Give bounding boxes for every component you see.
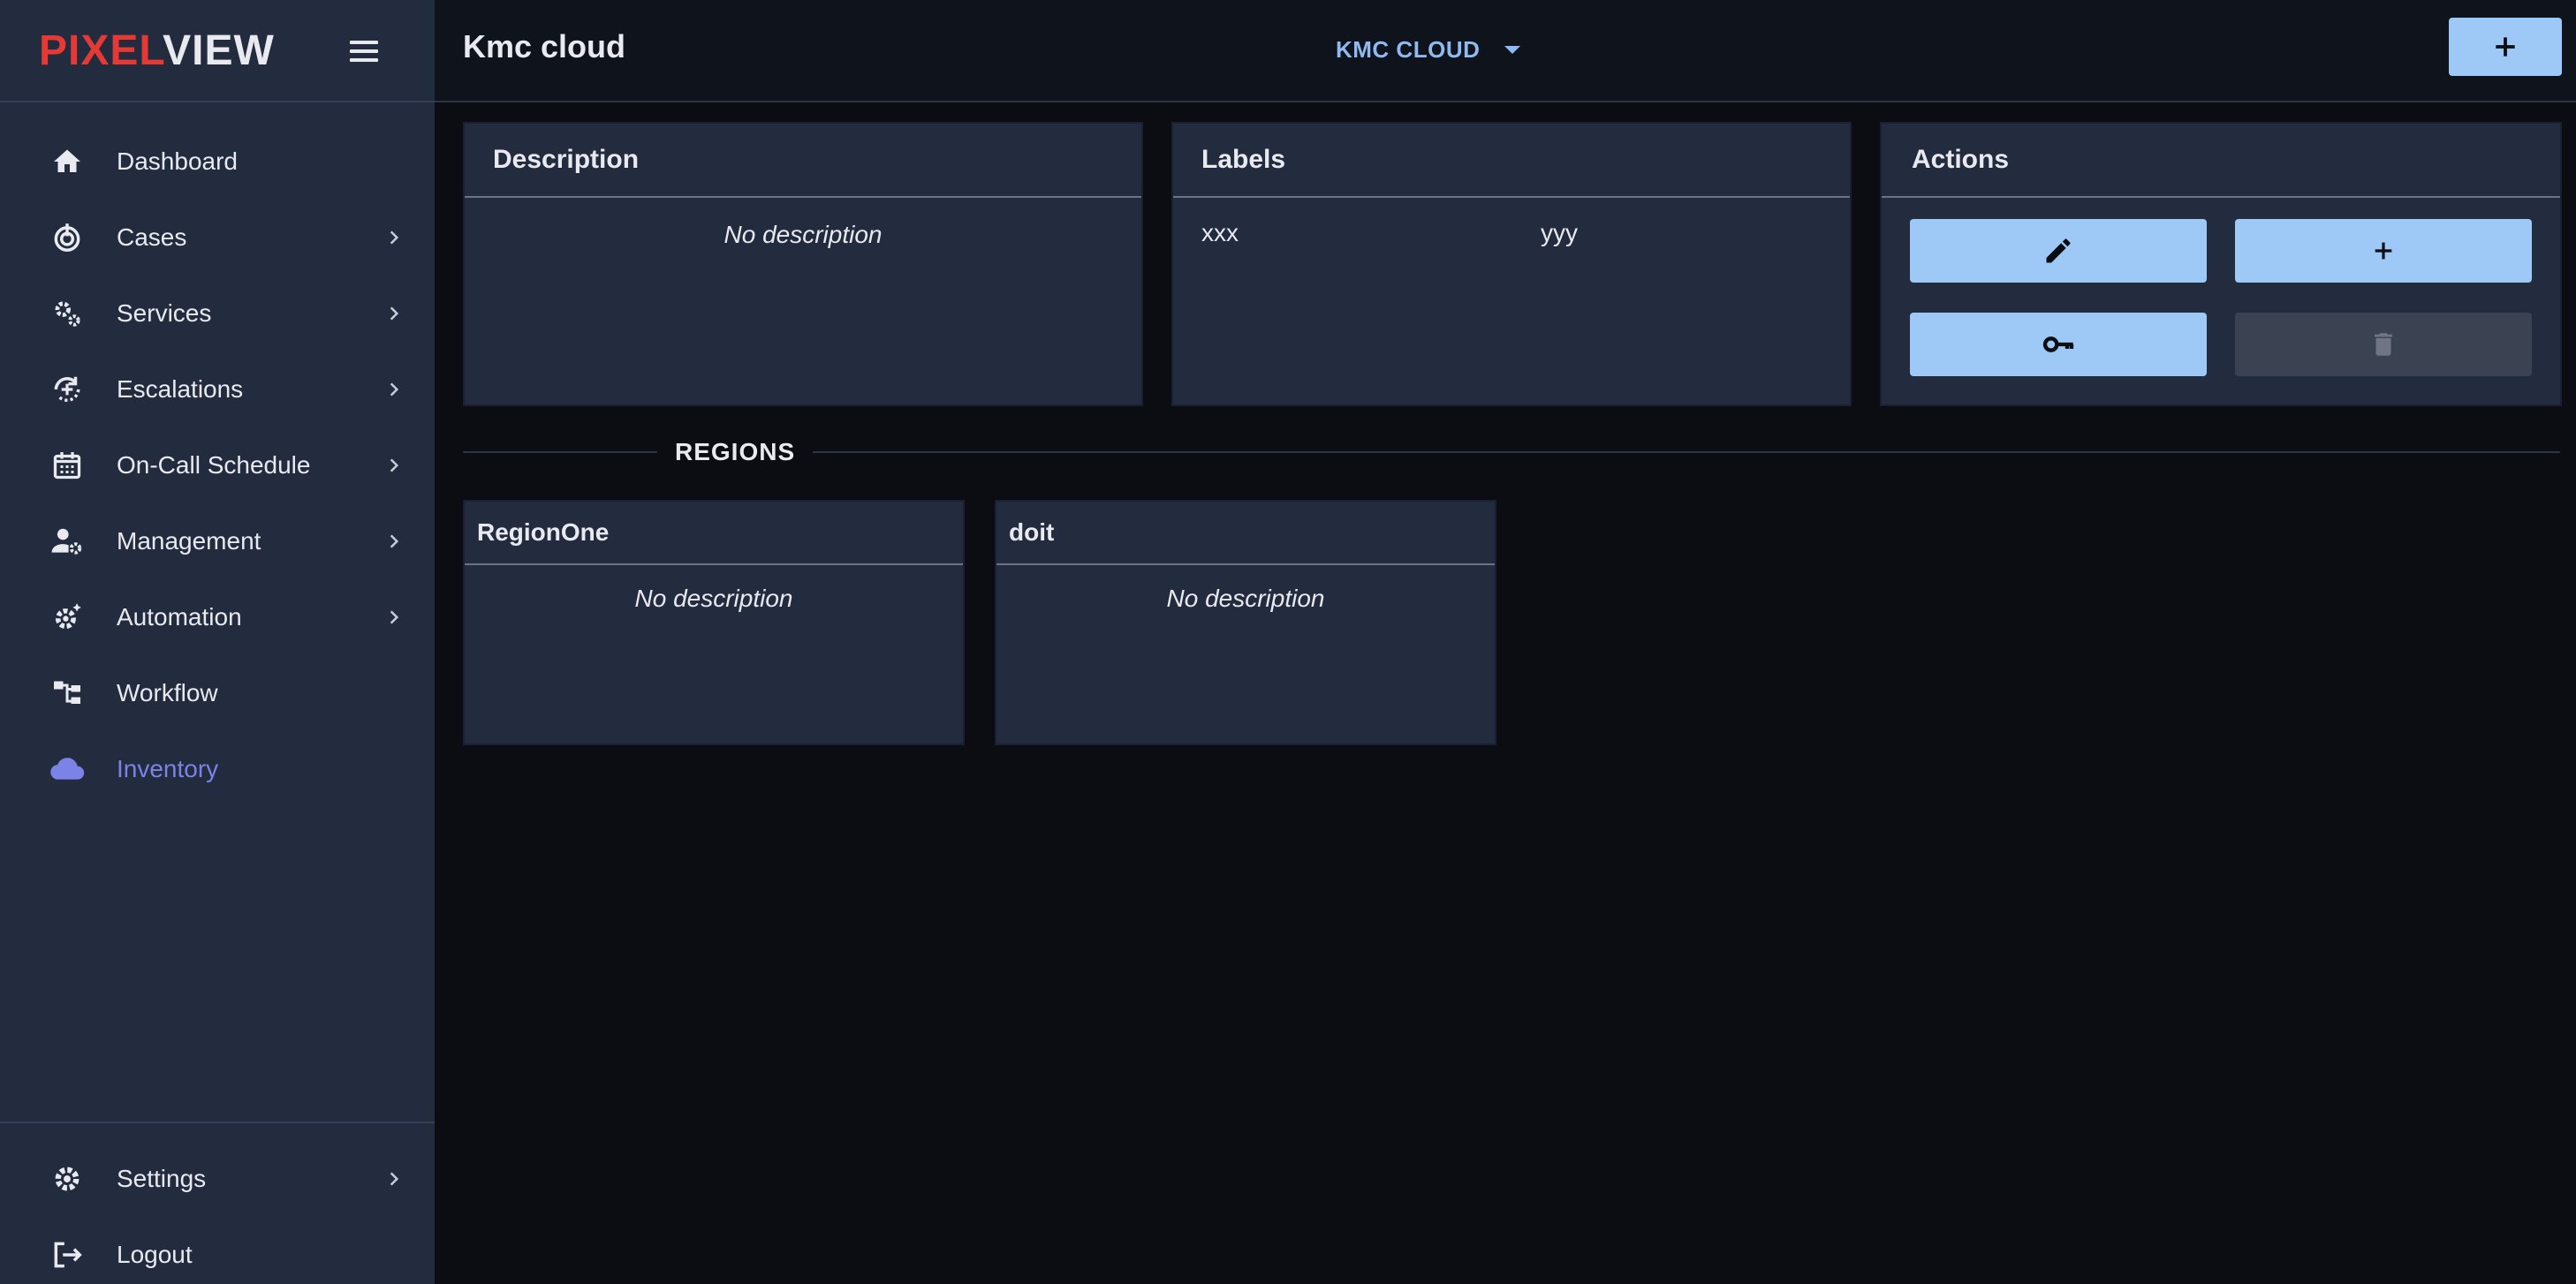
app-logo[interactable]: PIXELVIEW bbox=[39, 26, 275, 75]
logo-text-red: PIXEL bbox=[39, 26, 163, 74]
caret-down-icon bbox=[1504, 45, 1521, 54]
brand-header: PIXELVIEW bbox=[0, 0, 435, 102]
sidebar-item-management[interactable]: Management bbox=[0, 503, 435, 579]
sidebar-item-label: Escalations bbox=[117, 375, 244, 403]
settings-gear-icon bbox=[49, 1161, 85, 1197]
sidebar-item-logout[interactable]: Logout bbox=[0, 1217, 435, 1284]
sidebar-item-label: On-Call Schedule bbox=[117, 451, 311, 479]
workflow-icon bbox=[49, 676, 85, 711]
plus-icon bbox=[2496, 37, 2515, 57]
sidebar-item-label: Dashboard bbox=[117, 147, 238, 175]
target-icon bbox=[49, 220, 85, 255]
escalation-icon bbox=[49, 372, 85, 407]
chevron-right-icon bbox=[390, 230, 399, 245]
sidebar-item-label: Workflow bbox=[117, 679, 218, 706]
sidebar-item-label: Cases bbox=[117, 223, 187, 251]
sidebar-item-label: Management bbox=[117, 527, 261, 555]
sidebar-item-automation[interactable]: Automation bbox=[0, 579, 435, 655]
logout-icon bbox=[49, 1237, 85, 1273]
credentials-button[interactable] bbox=[1910, 313, 2207, 376]
sidebar-item-escalations[interactable]: Escalations bbox=[0, 351, 435, 427]
gears-icon bbox=[49, 296, 85, 331]
sidebar-item-settings[interactable]: Settings bbox=[0, 1141, 435, 1217]
sidebar-item-label: Automation bbox=[117, 603, 242, 631]
sidebar-item-dashboard[interactable]: Dashboard bbox=[0, 124, 435, 200]
sidebar-item-label: Services bbox=[117, 299, 212, 327]
description-card-title: Description bbox=[465, 124, 1141, 198]
sidebar-item-workflow[interactable]: Workflow bbox=[0, 655, 435, 731]
user-gear-icon bbox=[49, 524, 85, 559]
calendar-icon bbox=[49, 448, 85, 483]
page-title: Kmc cloud bbox=[463, 28, 626, 64]
region-card-regionone[interactable]: RegionOne No description bbox=[463, 500, 965, 745]
labels-card: Labels xxx yyy bbox=[1171, 122, 1852, 406]
region-description: No description bbox=[634, 585, 793, 612]
edit-button[interactable] bbox=[1910, 219, 2207, 283]
chevron-right-icon bbox=[390, 382, 399, 397]
context-selector-label: KMC CLOUD bbox=[1336, 35, 1481, 63]
pencil-icon bbox=[2046, 238, 2071, 263]
regions-heading: REGIONS bbox=[657, 438, 814, 466]
labels-card-title: Labels bbox=[1173, 124, 1850, 198]
chevron-right-icon bbox=[390, 458, 399, 472]
automation-gear-icon bbox=[49, 600, 85, 635]
chevron-right-icon bbox=[390, 610, 399, 624]
top-bar: Kmc cloud KMC CLOUD bbox=[435, 0, 2576, 102]
delete-button[interactable] bbox=[2235, 313, 2532, 376]
sidebar-item-services[interactable]: Services bbox=[0, 276, 435, 351]
sidebar-item-label: Settings bbox=[117, 1165, 207, 1192]
plus-icon bbox=[2375, 242, 2392, 260]
labels-list: xxx yyy bbox=[1173, 198, 1850, 251]
region-description: No description bbox=[1166, 585, 1325, 612]
sidebar-item-on-call-schedule[interactable]: On-Call Schedule bbox=[0, 427, 435, 503]
sidebar: PIXELVIEW Dashboard Cases Services Escal… bbox=[0, 0, 435, 1284]
sidebar-item-label: Inventory bbox=[117, 755, 219, 782]
chevron-right-icon bbox=[390, 306, 399, 321]
sidebar-nav: Dashboard Cases Services Escalations On-… bbox=[0, 124, 435, 807]
trash-icon bbox=[2375, 333, 2392, 356]
key-icon bbox=[2042, 336, 2074, 352]
sidebar-item-inventory[interactable]: Inventory bbox=[0, 731, 435, 807]
description-card: Description No description bbox=[463, 122, 1143, 406]
sidebar-item-cases[interactable]: Cases bbox=[0, 200, 435, 276]
home-icon bbox=[49, 144, 85, 179]
description-text: No description bbox=[724, 221, 883, 248]
actions-card-title: Actions bbox=[1882, 124, 2560, 198]
add-button[interactable] bbox=[2449, 18, 2562, 76]
sidebar-item-label: Logout bbox=[117, 1241, 193, 1268]
sidebar-footer: Settings Logout bbox=[0, 1122, 435, 1284]
label-tag: yyy bbox=[1541, 219, 1578, 246]
region-card-title: RegionOne bbox=[465, 502, 963, 565]
label-tag: xxx bbox=[1201, 219, 1239, 246]
chevron-right-icon bbox=[390, 1172, 399, 1186]
logo-text-white: VIEW bbox=[163, 26, 275, 74]
hamburger-menu-icon[interactable] bbox=[350, 34, 385, 69]
region-card-doit[interactable]: doit No description bbox=[995, 500, 1496, 745]
region-card-title: doit bbox=[996, 502, 1495, 565]
actions-card: Actions bbox=[1880, 122, 2562, 406]
chevron-right-icon bbox=[390, 534, 399, 548]
context-selector[interactable]: KMC CLOUD bbox=[1336, 32, 1521, 67]
add-item-button[interactable] bbox=[2235, 219, 2532, 283]
cloud-icon bbox=[49, 752, 85, 787]
